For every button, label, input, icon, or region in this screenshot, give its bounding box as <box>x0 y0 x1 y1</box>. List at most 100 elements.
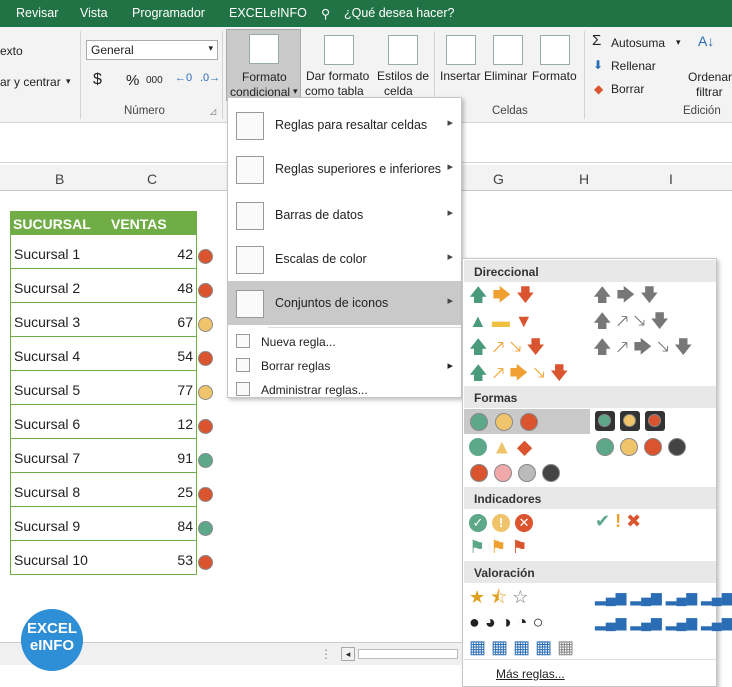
chevron-down-icon[interactable]: ▾ <box>66 76 71 87</box>
styles-label: Estilos de <box>377 69 430 83</box>
more-rules-link[interactable]: Más reglas... <box>496 667 565 681</box>
cell-styles-button[interactable]: Estilos de celda <box>375 31 430 101</box>
thousands-button[interactable]: 000 <box>146 75 163 86</box>
arrows-4-colored[interactable]: 🡅 🡕 🡖 🡇 <box>469 337 545 357</box>
branch-name[interactable]: Sucursal 5 <box>14 382 80 398</box>
menu-item-data-bars[interactable]: Barras de datos ▸ <box>228 193 461 237</box>
format-as-table-button[interactable]: Dar formato como tabla <box>303 31 373 101</box>
arrows-3-gray[interactable]: 🡅 🡆 🡇 <box>593 285 659 305</box>
scroll-left-icon[interactable]: ◂ <box>341 647 355 661</box>
sales-value[interactable]: 91 <box>177 450 193 466</box>
traffic-lights-rimmed[interactable] <box>593 409 673 434</box>
table-row: Sucursal 7 91 <box>10 439 197 473</box>
traffic-lights-unrimmed[interactable] <box>464 409 590 434</box>
sales-value[interactable]: 12 <box>177 416 193 432</box>
status-circle-icon <box>198 283 213 298</box>
column-header-c[interactable]: C <box>147 171 157 187</box>
percent-button[interactable]: % <box>126 72 139 89</box>
chevron-down-icon[interactable]: ▾ <box>676 37 681 48</box>
header-sales[interactable]: VENTAS <box>111 216 167 232</box>
tab-programador[interactable]: Programador <box>132 6 205 20</box>
branch-name[interactable]: Sucursal 6 <box>14 416 80 432</box>
header-branch[interactable]: SUCURSAL <box>13 216 91 232</box>
sales-value[interactable]: 77 <box>177 382 193 398</box>
flags-3[interactable]: ⚑ ⚑ ⚑ <box>469 537 527 557</box>
menu-item-manage-rules[interactable]: Administrar reglas... <box>228 378 461 402</box>
arrows-3-colored[interactable]: 🡅 🡆 🡇 <box>469 285 535 305</box>
increase-decimal-icon[interactable]: ←0 <box>175 72 192 84</box>
sales-value[interactable]: 84 <box>177 518 193 534</box>
sales-value[interactable]: 53 <box>177 552 193 568</box>
boxes-5[interactable]: ▦ ▦ ▦ ▦ ▦ <box>469 637 574 657</box>
delete-button[interactable]: Eliminar <box>483 31 531 91</box>
fill-icon[interactable]: ⬇ <box>593 58 603 72</box>
branch-name[interactable]: Sucursal 7 <box>14 450 80 466</box>
tab-exceleinfo[interactable]: EXCELeINFO <box>229 6 307 20</box>
signal-bars-5[interactable]: ▂▄▆ ▂▄▆ ▂▄▆ ▂▄▆ ▂▄▆ <box>595 612 732 632</box>
tell-me-input[interactable]: ¿Qué desea hacer? <box>344 6 455 20</box>
column-header-h[interactable]: H <box>579 171 589 187</box>
branch-name[interactable]: Sucursal 9 <box>14 518 80 534</box>
logo-line-1: EXCEL <box>26 620 77 637</box>
signs-3[interactable]: ▲ ◆ <box>469 436 532 457</box>
fill-button[interactable]: Rellenar <box>611 59 656 73</box>
menu-item-icon-sets[interactable]: Conjuntos de iconos ▸ <box>228 281 461 325</box>
tab-revisar[interactable]: Revisar <box>16 6 58 20</box>
branch-name[interactable]: Sucursal 10 <box>14 552 88 568</box>
number-format-dropdown[interactable]: General ▾ <box>86 40 218 60</box>
sort-filter-button[interactable]: Ordenar <box>688 70 732 84</box>
menu-item-highlight-rules[interactable]: Reglas para resaltar celdas ▸ <box>228 103 461 147</box>
sales-value[interactable]: 42 <box>177 246 193 262</box>
autosum-button[interactable]: Autosuma <box>611 36 665 50</box>
eraser-icon[interactable]: ◆ <box>594 82 603 96</box>
arrows-5-gray[interactable]: 🡅 🡕 🡆 🡖 🡇 <box>593 337 693 357</box>
clear-button[interactable]: Borrar <box>611 82 644 96</box>
triangles-3[interactable]: ▲ ▬ ▼ <box>469 311 533 331</box>
menu-item-top-bottom-rules[interactable]: Reglas superiores e inferiores ▸ <box>228 147 461 191</box>
currency-button[interactable]: $ <box>93 71 102 89</box>
branch-name[interactable]: Sucursal 2 <box>14 280 80 296</box>
insert-button[interactable]: Insertar <box>438 31 482 91</box>
branch-name[interactable]: Sucursal 8 <box>14 484 80 500</box>
column-header-i[interactable]: I <box>669 171 673 187</box>
menu-item-clear-rules[interactable]: Borrar reglas ▸ <box>228 354 461 378</box>
branch-name[interactable]: Sucursal 1 <box>14 246 80 262</box>
stars-3[interactable]: ★ ⯪ ☆ <box>469 587 528 607</box>
sort-filter-icon[interactable]: A↓ <box>698 33 714 49</box>
menu-item-color-scales[interactable]: Escalas de color ▸ <box>228 237 461 281</box>
branch-name[interactable]: Sucursal 3 <box>14 314 80 330</box>
traffic-lights-4[interactable] <box>596 437 696 459</box>
decrease-decimal-icon[interactable]: .0→ <box>200 72 220 84</box>
menu-item-new-rule[interactable]: Nueva regla... <box>228 330 461 354</box>
search-icon[interactable]: ⚲ <box>321 6 330 21</box>
status-circle-icon <box>198 487 213 502</box>
signal-bars-4[interactable]: ▂▄▆ ▂▄▆ ▂▄▆ ▂▄▆ <box>595 587 732 607</box>
box-icon: ▦ <box>557 637 575 657</box>
sigma-icon[interactable]: Σ <box>592 32 601 49</box>
sales-value[interactable]: 25 <box>177 484 193 500</box>
quarters-5[interactable]: ● ◕ ◑ ◔ ○ <box>469 612 543 632</box>
symbols-uncircled[interactable]: ✔ ! ✖ <box>595 511 641 531</box>
cross-icon: ✕ <box>515 514 534 532</box>
wrap-text-button[interactable]: exto <box>0 44 23 58</box>
sales-value[interactable]: 67 <box>177 314 193 330</box>
merge-center-button[interactable]: ar y centrar <box>0 75 61 89</box>
sales-value[interactable]: 48 <box>177 280 193 296</box>
sales-value[interactable]: 54 <box>177 348 193 364</box>
column-header-b[interactable]: B <box>55 171 64 187</box>
group-label-edicion: Edición <box>683 105 721 117</box>
arrows-4-gray[interactable]: 🡅 🡕 🡖 🡇 <box>593 311 669 331</box>
tab-vista[interactable]: Vista <box>80 6 108 20</box>
dialog-launcher-icon[interactable]: ◿ <box>210 107 216 116</box>
circle-icon <box>620 438 638 456</box>
horizontal-scrollbar[interactable] <box>358 649 458 659</box>
arrows-5-colored[interactable]: 🡅 🡕 🡆 🡖 🡇 <box>469 363 569 383</box>
conditional-format-button[interactable]: Formato condicional ▾ <box>226 29 301 101</box>
red-to-black[interactable] <box>470 463 570 485</box>
column-header-g[interactable]: G <box>493 171 504 187</box>
drag-handle-icon[interactable]: ⋮ <box>320 647 332 661</box>
symbols-circled[interactable]: ✓ ! ✕ <box>469 511 534 532</box>
format-button[interactable]: Formato <box>531 31 579 91</box>
sales-table: SUCURSAL VENTAS Sucursal 1 42 Sucursal 2 48… <box>10 211 197 575</box>
branch-name[interactable]: Sucursal 4 <box>14 348 80 364</box>
